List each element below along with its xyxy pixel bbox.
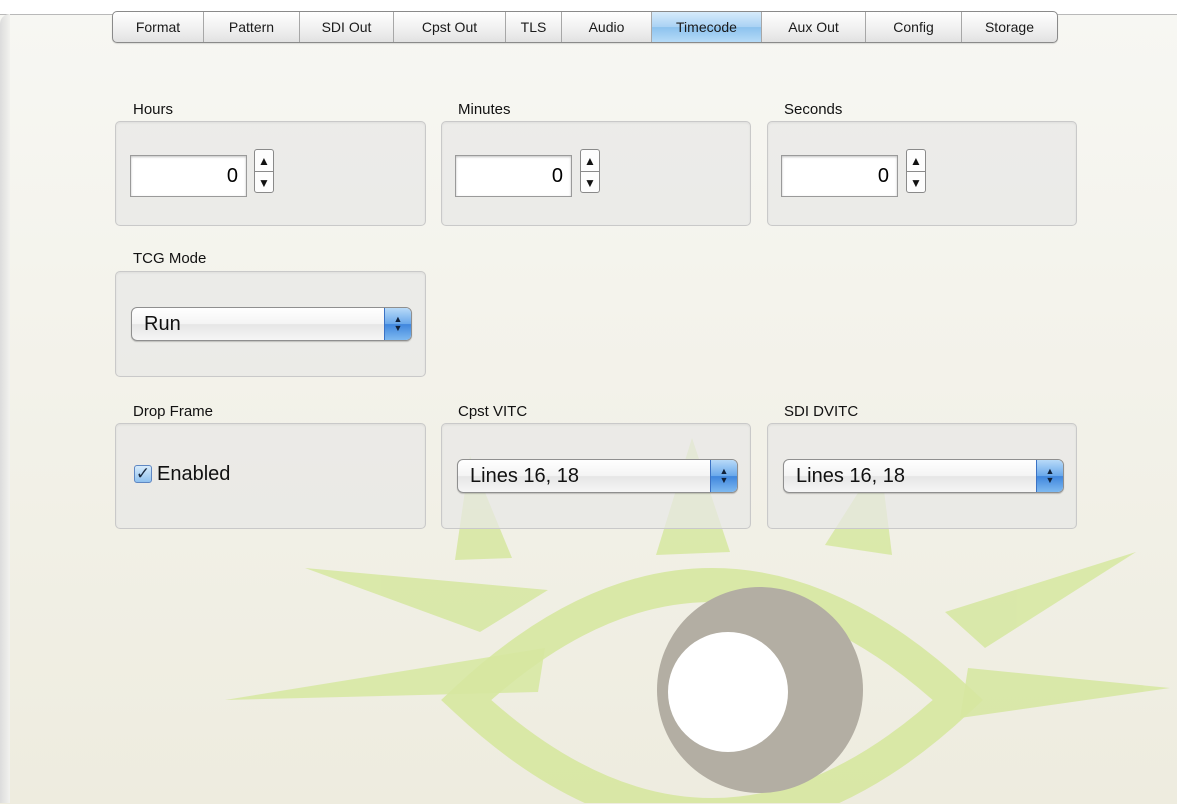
tab-bar: Format Pattern SDI Out Cpst Out TLS Audi… [112,11,1058,43]
tab-cpst-out[interactable]: Cpst Out [393,12,505,42]
minutes-label: Minutes [458,101,511,118]
seconds-stepper[interactable]: ▲ ▼ [906,149,926,193]
sdi-dvitc-popup[interactable]: Lines 16, 18 ▲ ▼ [783,459,1064,493]
tab-tls[interactable]: TLS [505,12,561,42]
cpst-vitc-popup[interactable]: Lines 16, 18 ▲ ▼ [457,459,738,493]
stepper-down-icon[interactable]: ▼ [907,171,925,192]
hours-label: Hours [133,101,174,118]
tcg-mode-label: TCG Mode [133,250,207,267]
ray-upper-right [945,552,1136,648]
stepper-up-icon[interactable]: ▲ [907,150,925,171]
stepper-up-icon[interactable]: ▲ [581,150,599,171]
sdi-dvitc-value: Lines 16, 18 [796,465,905,487]
stepper-up-icon[interactable]: ▲ [255,150,273,171]
cpst-vitc-value: Lines 16, 18 [470,465,579,487]
minutes-field[interactable]: 0 [455,155,572,197]
hours-stepper[interactable]: ▲ ▼ [254,149,274,193]
seconds-label: Seconds [784,101,843,118]
popup-arrows-icon: ▲ ▼ [384,308,411,340]
tab-config[interactable]: Config [865,12,961,42]
stepper-down-icon[interactable]: ▼ [581,171,599,192]
drop-frame-checkbox[interactable]: ✓ [134,465,152,483]
cpst-vitc-label: Cpst VITC [458,403,528,420]
tab-storage[interactable]: Storage [961,12,1057,42]
ray-upper-left [305,568,548,632]
drop-frame-label: Drop Frame [133,403,214,420]
tab-timecode[interactable]: Timecode [651,12,761,42]
drop-frame-checkbox-label[interactable]: Enabled [157,462,230,486]
tab-aux-out[interactable]: Aux Out [761,12,865,42]
seconds-field[interactable]: 0 [781,155,898,197]
popup-arrows-icon: ▲ ▼ [710,460,737,492]
minutes-stepper[interactable]: ▲ ▼ [580,149,600,193]
tab-format[interactable]: Format [113,12,203,42]
hours-field[interactable]: 0 [130,155,247,197]
popup-arrows-icon: ▲ ▼ [1036,460,1063,492]
sdi-dvitc-label: SDI DVITC [784,403,859,420]
stepper-down-icon[interactable]: ▼ [255,171,273,192]
eye-pupil-highlight [668,632,788,752]
tcg-mode-popup[interactable]: Run ▲ ▼ [131,307,412,341]
tab-pattern[interactable]: Pattern [203,12,299,42]
tcg-mode-value: Run [144,313,181,335]
ray-right [960,668,1170,718]
tab-audio[interactable]: Audio [561,12,651,42]
tab-sdi-out[interactable]: SDI Out [299,12,393,42]
